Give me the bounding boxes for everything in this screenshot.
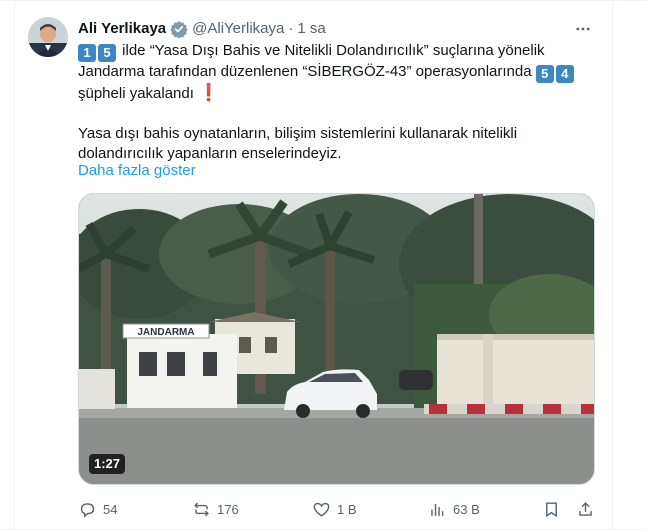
heart-icon <box>313 502 330 517</box>
share-icon <box>579 501 592 516</box>
bookmark-button[interactable] <box>542 500 561 519</box>
keycap-digit: 4 <box>555 65 574 83</box>
separator-dot: · <box>288 20 294 37</box>
tweet-header: Ali Yerlikaya @AliYerlikaya · 1 sa <box>78 19 607 39</box>
tweet-text: 15 ilde “Yasa Dışı Bahis ve Nitelikli Do… <box>78 41 608 164</box>
tweet-line-3-text: şüpheli yakalandı <box>78 85 194 102</box>
show-more-link[interactable]: Daha fazla göster <box>78 161 196 181</box>
booth-sign-text: JANDARMA <box>137 327 194 338</box>
like-button[interactable]: 1 B <box>312 500 357 519</box>
author-handle[interactable]: @AliYerlikaya <box>192 19 284 39</box>
keycap-digit: 1 <box>78 44 96 62</box>
like-count: 1 B <box>337 501 357 517</box>
tweet-line-2: Jandarma tarafından düzenlenen “SİBERGÖZ… <box>78 62 608 83</box>
keycap-digit: 5 <box>535 65 554 83</box>
views-button[interactable]: 63 B <box>428 500 480 519</box>
keycap-digit: 5 <box>98 44 116 62</box>
verified-badge-icon <box>170 20 188 38</box>
tweet-para-2-line-1: Yasa dışı bahis oynatanların, bilişim si… <box>78 125 518 142</box>
tweet-actions-bar: 54 176 1 B 63 B <box>78 497 595 521</box>
repost-button[interactable]: 176 <box>192 500 239 519</box>
views-chart-icon <box>431 503 444 516</box>
tweet-line-2-text: Jandarma tarafından düzenlenen “SİBERGÖZ… <box>78 63 532 80</box>
repost-count: 176 <box>217 501 239 517</box>
exclamation-icon: ❗ <box>198 83 220 102</box>
tweet-line-3: şüpheli yakalandı ❗ <box>78 83 608 104</box>
views-count: 63 B <box>453 501 480 517</box>
share-button[interactable] <box>576 500 595 519</box>
tweet-line-1-text: ilde “Yasa Dışı Bahis ve Nitelikli Dolan… <box>122 42 545 59</box>
tweet-card[interactable]: Ali Yerlikaya @AliYerlikaya · 1 sa 15 il… <box>0 0 647 530</box>
repost-icon <box>194 502 209 516</box>
reply-count: 54 <box>103 501 118 517</box>
reply-icon <box>80 502 95 518</box>
left-divider <box>14 1 15 530</box>
author-name[interactable]: Ali Yerlikaya <box>78 19 166 39</box>
bookmark-icon <box>546 501 557 517</box>
avatar[interactable] <box>28 17 68 57</box>
video-player[interactable]: JANDARMA 1:27 <box>78 193 595 485</box>
tweet-time[interactable]: 1 sa <box>297 19 325 39</box>
video-frame-image: JANDARMA <box>79 194 594 484</box>
more-options-icon[interactable] <box>571 17 595 41</box>
reply-button[interactable]: 54 <box>78 500 117 519</box>
video-duration-badge: 1:27 <box>89 454 126 474</box>
right-divider <box>612 1 613 530</box>
tweet-line-1: 15 ilde “Yasa Dışı Bahis ve Nitelikli Do… <box>78 41 608 62</box>
